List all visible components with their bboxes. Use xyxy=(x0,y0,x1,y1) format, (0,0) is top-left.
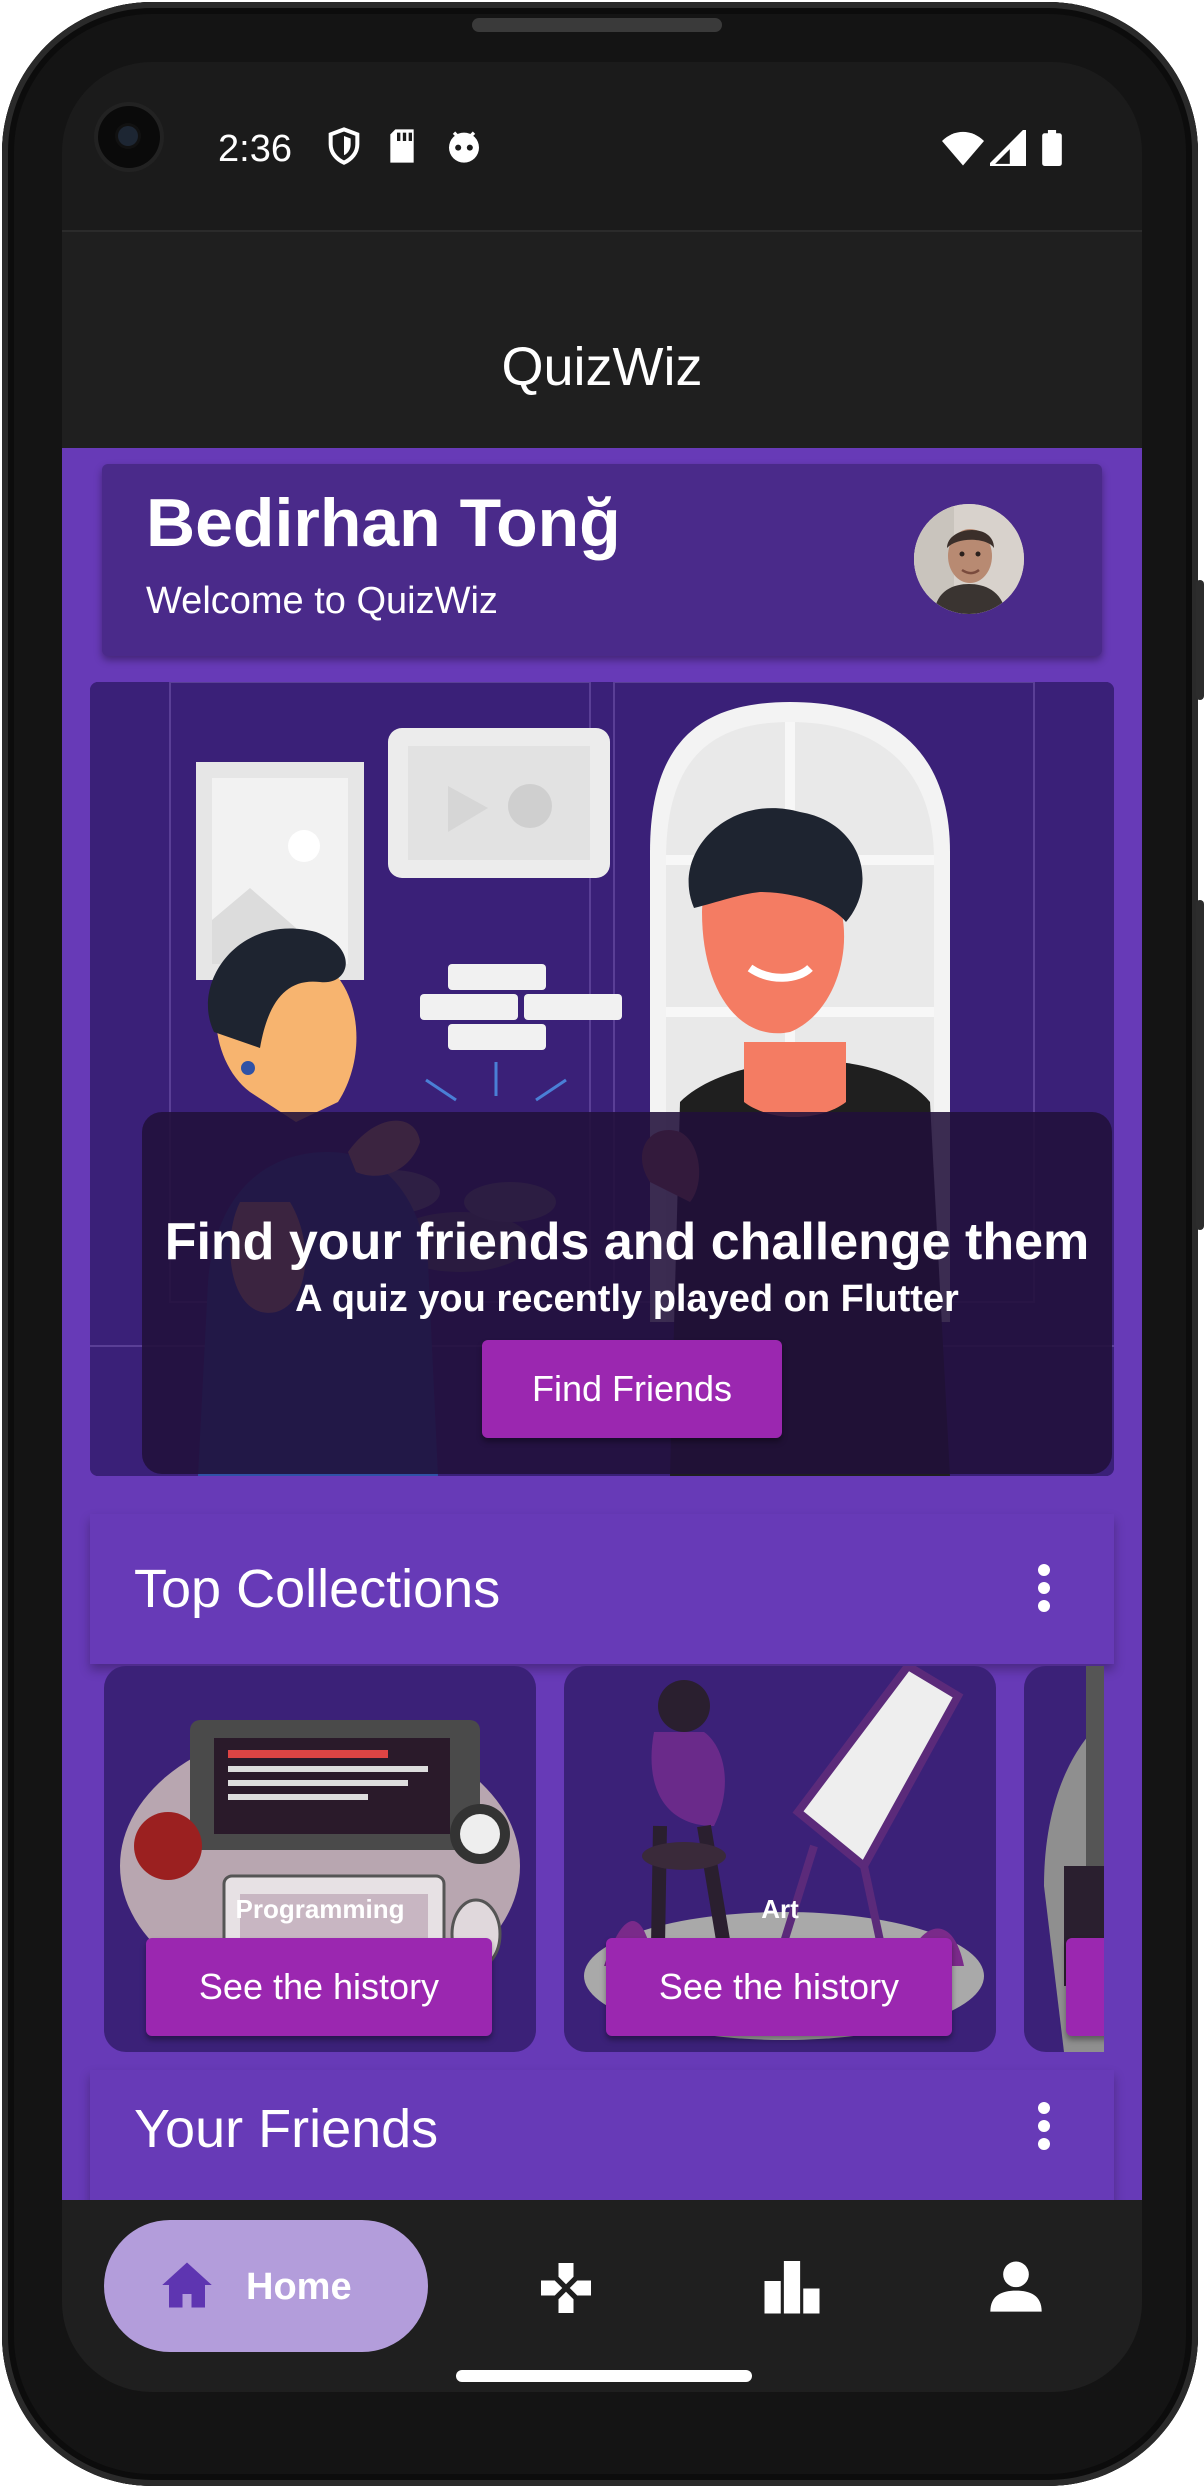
status-bar: 2:36 xyxy=(62,62,1142,200)
gamepad-icon[interactable] xyxy=(536,2258,596,2318)
signal-icon xyxy=(990,130,1026,166)
phone-screen: 2:36 QuizWiz Bedirhan Tonğ Welcome to Qu… xyxy=(62,62,1142,2392)
section-title: Top Collections xyxy=(134,1559,501,1619)
see-history-button[interactable]: S xyxy=(1066,1938,1104,2036)
earpiece-speaker xyxy=(472,18,722,32)
collection-label: Art xyxy=(761,1894,799,1924)
sd-card-icon xyxy=(390,129,414,163)
hero-title: Find your friends and challenge them xyxy=(164,1213,1090,1271)
nav-home-label: Home xyxy=(246,2266,352,2308)
status-time: 2:36 xyxy=(218,128,292,170)
home-icon xyxy=(162,2262,212,2308)
nav-home[interactable]: Home xyxy=(104,2220,428,2352)
leaderboard-icon[interactable] xyxy=(762,2258,822,2314)
hero-overlay: Find your friends and challenge them A q… xyxy=(142,1112,1112,1474)
your-friends-header: Your Friends xyxy=(90,2070,1114,2200)
person-icon[interactable] xyxy=(988,2258,1044,2314)
app-bar: QuizWiz xyxy=(62,230,1142,450)
volume-button xyxy=(1196,580,1204,700)
app-title: QuizWiz xyxy=(501,337,703,397)
see-history-button[interactable]: See the history xyxy=(146,1938,492,2036)
collection-card[interactable]: Programming See the history xyxy=(104,1666,536,2052)
collections-carousel[interactable]: Programming See the history Art See the … xyxy=(104,1666,1104,2052)
shield-icon xyxy=(328,127,360,165)
profile-name: Bedirhan Tonğ xyxy=(146,485,621,561)
front-camera xyxy=(98,106,160,168)
top-collections-header: Top Collections xyxy=(90,1514,1114,1664)
wifi-icon xyxy=(942,131,984,166)
power-button xyxy=(1196,900,1204,1230)
avatar-photo xyxy=(914,504,1024,614)
home-indicator[interactable] xyxy=(456,2370,752,2382)
battery-icon xyxy=(1042,130,1062,166)
see-history-button[interactable]: See the history xyxy=(606,1938,952,2036)
more-vert-icon[interactable] xyxy=(1034,1564,1054,1614)
welcome-text: Welcome to QuizWiz xyxy=(146,580,498,622)
more-vert-icon[interactable] xyxy=(1034,2102,1054,2152)
find-friends-button[interactable]: Find Friends xyxy=(482,1340,782,1438)
profile-card[interactable]: Bedirhan Tonğ Welcome to QuizWiz xyxy=(102,464,1102,656)
collection-card[interactable]: S xyxy=(1024,1666,1104,2052)
collection-label: Programming xyxy=(235,1894,405,1924)
avatar[interactable] xyxy=(914,504,1024,614)
hero-banner: Find your friends and challenge them A q… xyxy=(90,682,1114,1476)
section-title: Your Friends xyxy=(134,2099,439,2159)
collection-card[interactable]: Art See the history xyxy=(564,1666,996,2052)
home-content[interactable]: Bedirhan Tonğ Welcome to QuizWiz Find yo… xyxy=(62,448,1142,2200)
robot-icon xyxy=(449,131,479,163)
hero-subtitle: A quiz you recently played on Flutter xyxy=(295,1278,959,1320)
bottom-navigation: Home xyxy=(62,2200,1142,2392)
